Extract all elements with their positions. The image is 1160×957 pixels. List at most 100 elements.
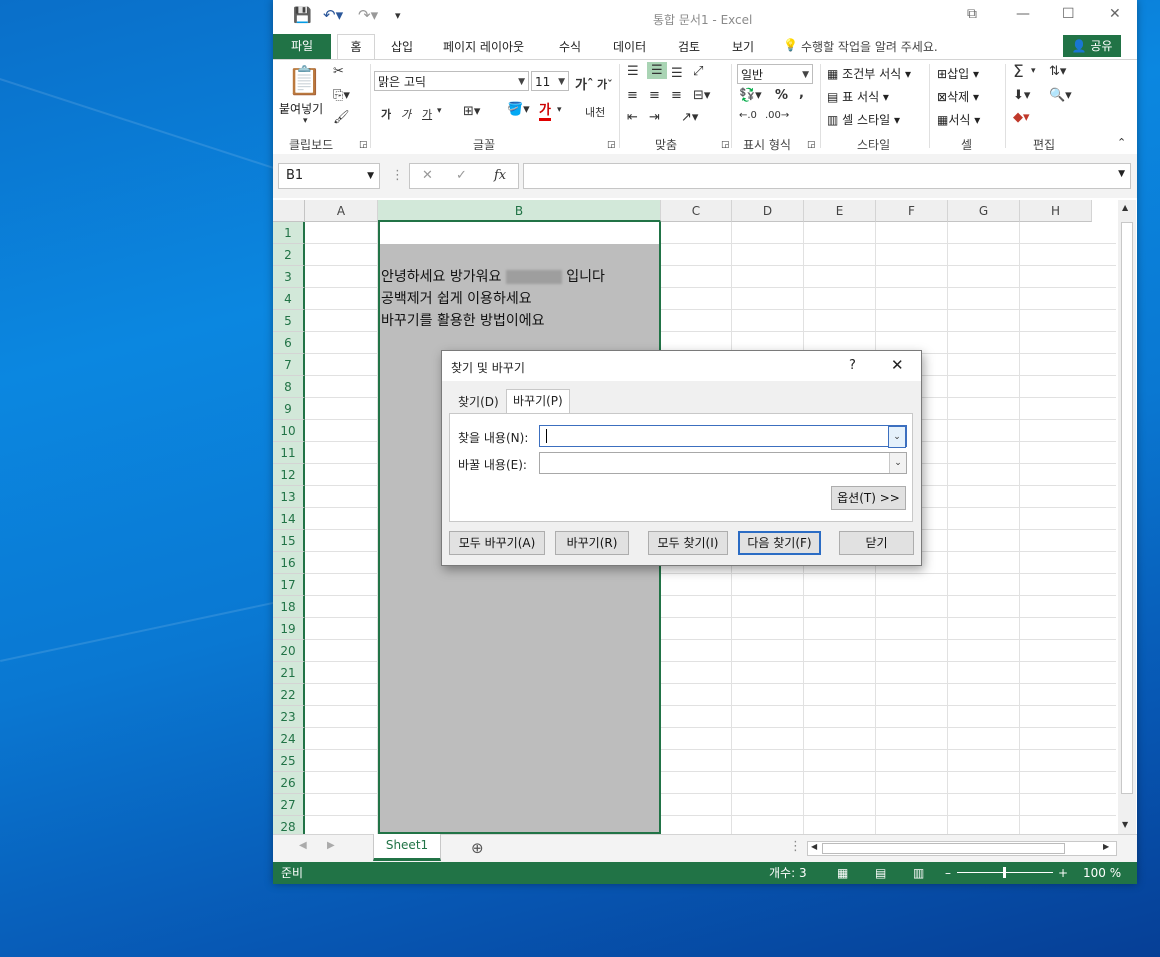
dialog-launcher-icon[interactable]: ◲: [807, 140, 816, 150]
save-icon[interactable]: 💾: [293, 6, 312, 24]
row-header-20[interactable]: 20: [273, 640, 305, 662]
row-header-1[interactable]: 1: [273, 222, 305, 244]
next-sheet-icon[interactable]: ▶: [327, 840, 335, 851]
row-header-16[interactable]: 16: [273, 552, 305, 574]
orientation-icon[interactable]: ⤢: [693, 64, 703, 79]
chevron-down-icon[interactable]: ▾: [1031, 66, 1036, 76]
cut-icon[interactable]: ✂: [333, 64, 344, 79]
insert-cells-button[interactable]: ⊞삽입 ▾: [937, 65, 979, 82]
align-bottom-icon[interactable]: ☰: [671, 66, 683, 81]
scroll-up-icon[interactable]: ▲: [1122, 203, 1128, 212]
column-header-f[interactable]: F: [876, 200, 948, 222]
cell-b5[interactable]: 바꾸기를 활용한 방법이에요: [381, 310, 544, 330]
tab-find[interactable]: 찾기(D): [452, 391, 505, 413]
font-color-button[interactable]: 가: [539, 104, 551, 121]
percent-button[interactable]: %: [775, 88, 788, 103]
clear-icon[interactable]: ◆▾: [1013, 110, 1030, 125]
find-input[interactable]: ⌄: [539, 425, 907, 448]
row-header-13[interactable]: 13: [273, 486, 305, 508]
tab-data[interactable]: 데이터: [613, 38, 646, 55]
column-header-b[interactable]: B: [378, 200, 661, 222]
column-header-a[interactable]: A: [305, 200, 378, 222]
merge-center-icon[interactable]: ⊟▾: [693, 88, 710, 103]
copy-icon[interactable]: ⎘▾: [333, 88, 350, 103]
dialog-close-icon[interactable]: ✕: [891, 356, 904, 374]
sheet-tab-sheet1[interactable]: Sheet1: [373, 834, 441, 861]
cell-styles-button[interactable]: ▥ 셀 스타일 ▾: [827, 111, 900, 128]
zoom-level[interactable]: 100 %: [1083, 862, 1121, 884]
tab-view[interactable]: 보기: [732, 38, 754, 55]
row-header-17[interactable]: 17: [273, 574, 305, 596]
tab-replace[interactable]: 바꾸기(P): [506, 389, 570, 413]
share-button[interactable]: 👤 공유: [1063, 35, 1121, 57]
number-format-combo[interactable]: 일반 ▼: [737, 64, 813, 84]
conditional-formatting-button[interactable]: ▦ 조건부 서식 ▾: [827, 65, 911, 82]
clipboard-icon[interactable]: 📋: [287, 64, 322, 97]
format-painter-icon[interactable]: 🖌: [333, 110, 350, 125]
dialog-launcher-icon[interactable]: ◲: [607, 140, 616, 150]
dialog-launcher-icon[interactable]: ◲: [359, 140, 368, 150]
row-header-28[interactable]: 28: [273, 816, 305, 834]
enter-icon[interactable]: ✓: [456, 168, 467, 183]
dialog-launcher-icon[interactable]: ◲: [721, 140, 730, 150]
replace-input[interactable]: ⌄: [539, 452, 907, 474]
formula-input[interactable]: ▼: [523, 163, 1131, 189]
row-header-22[interactable]: 22: [273, 684, 305, 706]
find-next-button[interactable]: 다음 찾기(F): [738, 531, 821, 555]
increase-indent-icon[interactable]: ⇥: [649, 110, 660, 125]
find-select-icon[interactable]: 🔍▾: [1049, 88, 1072, 103]
page-layout-view-icon[interactable]: ▤: [875, 862, 886, 884]
select-all-corner[interactable]: [273, 200, 305, 222]
vertical-scrollbar[interactable]: ▲ ▼: [1118, 200, 1136, 834]
cell-b4[interactable]: 공백제거 쉽게 이용하세요: [381, 288, 532, 308]
paste-button[interactable]: 붙여넣기: [279, 100, 323, 117]
normal-view-icon[interactable]: ▦: [837, 862, 848, 884]
underline-button[interactable]: 가: [422, 106, 432, 122]
row-header-6[interactable]: 6: [273, 332, 305, 354]
name-box[interactable]: B1 ▼: [278, 163, 380, 189]
horizontal-scrollbar[interactable]: ◀ ▶: [807, 841, 1117, 856]
row-header-9[interactable]: 9: [273, 398, 305, 420]
zoom-in-icon[interactable]: +: [1058, 862, 1068, 884]
row-header-2[interactable]: 2: [273, 244, 305, 266]
comma-button[interactable]: ,: [799, 86, 804, 101]
row-header-26[interactable]: 26: [273, 772, 305, 794]
customize-qat-icon[interactable]: ▾: [395, 9, 401, 22]
autosum-button[interactable]: Σ: [1013, 62, 1024, 82]
chevron-down-icon[interactable]: ▾: [557, 105, 562, 115]
row-header-27[interactable]: 27: [273, 794, 305, 816]
text-direction-icon[interactable]: ↗▾: [681, 110, 698, 125]
row-header-11[interactable]: 11: [273, 442, 305, 464]
fill-icon[interactable]: ⬇▾: [1013, 88, 1030, 103]
row-header-5[interactable]: 5: [273, 310, 305, 332]
row-header-19[interactable]: 19: [273, 618, 305, 640]
tell-me-box[interactable]: 수행할 작업을 알려 주세요.: [801, 38, 938, 55]
tab-insert[interactable]: 삽입: [391, 38, 413, 55]
decrease-decimal-icon[interactable]: .00→: [765, 110, 789, 121]
collapse-ribbon-icon[interactable]: ⌃: [1117, 136, 1126, 149]
phonetic-guide-button[interactable]: 내천: [585, 104, 605, 120]
zoom-slider-thumb[interactable]: [1003, 867, 1006, 878]
column-header-e[interactable]: E: [804, 200, 876, 222]
decrease-indent-icon[interactable]: ⇤: [627, 110, 638, 125]
tab-formulas[interactable]: 수식: [559, 38, 581, 55]
chevron-down-icon[interactable]: ▾: [437, 106, 442, 116]
ribbon-display-icon[interactable]: ⧉: [967, 6, 977, 22]
row-header-7[interactable]: 7: [273, 354, 305, 376]
cancel-icon[interactable]: ✕: [422, 168, 433, 183]
row-header-12[interactable]: 12: [273, 464, 305, 486]
increase-font-icon[interactable]: 가ˆ: [575, 74, 593, 93]
format-cells-button[interactable]: ▦서식 ▾: [937, 111, 980, 128]
currency-icon[interactable]: 💱▾: [739, 88, 762, 103]
prev-sheet-icon[interactable]: ◀: [299, 840, 307, 851]
tab-home[interactable]: 홈: [337, 34, 375, 59]
column-header-c[interactable]: C: [661, 200, 732, 222]
fill-color-icon[interactable]: 🪣▾: [507, 102, 530, 117]
align-middle-icon[interactable]: ☰: [647, 62, 667, 79]
close-icon[interactable]: ✕: [1109, 6, 1121, 22]
scroll-down-icon[interactable]: ▼: [1122, 820, 1128, 829]
sort-filter-icon[interactable]: ⇅▾: [1049, 64, 1066, 79]
row-header-15[interactable]: 15: [273, 530, 305, 552]
bold-button[interactable]: 가: [381, 106, 391, 122]
row-header-4[interactable]: 4: [273, 288, 305, 310]
